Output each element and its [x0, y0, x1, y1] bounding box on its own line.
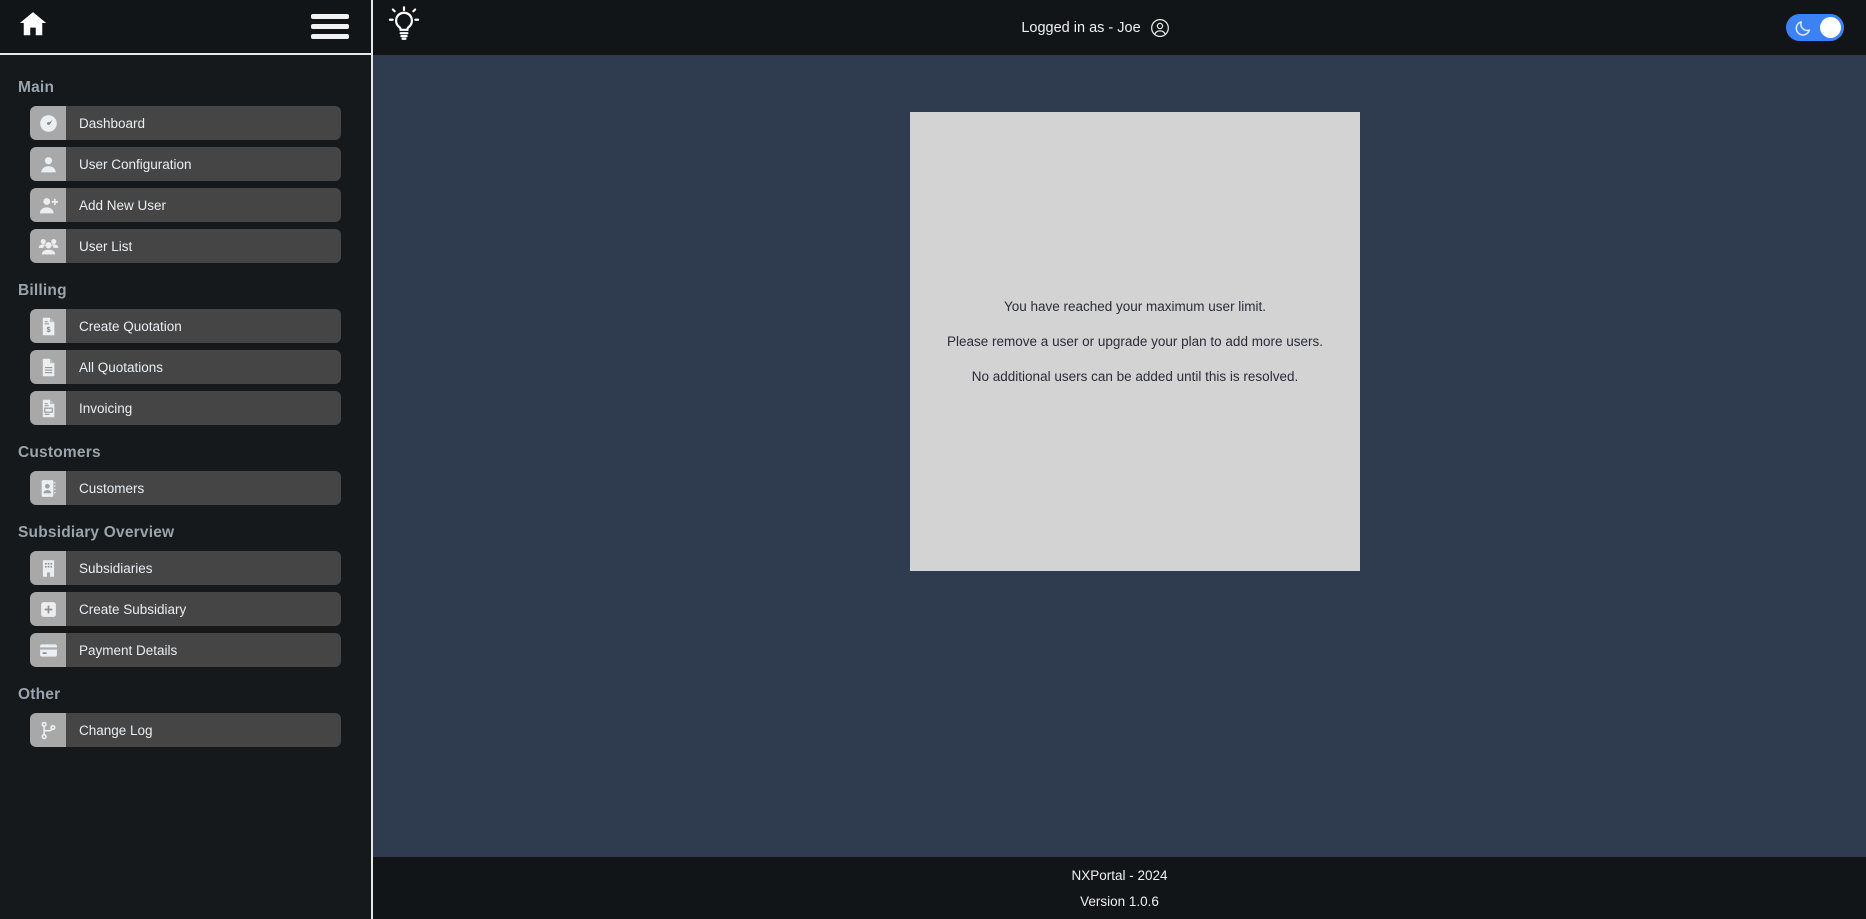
limit-message-line-3: No additional users can be added until t…: [971, 369, 1299, 384]
sidebar-item-all-quotations[interactable]: All Quotations: [30, 350, 341, 384]
user-plus-icon: [30, 188, 66, 222]
nav-group-title-customers: Customers: [18, 444, 101, 461]
invoice-icon: [30, 391, 66, 425]
top-header: Logged in as - Joe: [373, 0, 1866, 55]
sidebar-header: [0, 0, 371, 55]
hamburger-menu-icon[interactable]: [311, 12, 349, 42]
sidebar-item-label: Payment Details: [79, 642, 178, 658]
sidebar-item-add-new-user[interactable]: Add New User: [30, 188, 341, 222]
home-icon: [16, 9, 50, 44]
sidebar-item-user-configuration[interactable]: User Configuration: [30, 147, 341, 181]
git-branch-icon: [30, 713, 66, 747]
sidebar-item-dashboard[interactable]: Dashboard: [30, 106, 341, 140]
sidebar-item-label: User Configuration: [79, 156, 192, 172]
users-group-icon: [30, 229, 66, 263]
nav-group-title-billing: Billing: [18, 282, 67, 299]
sidebar-item-label: Dashboard: [79, 115, 146, 131]
home-button[interactable]: [10, 4, 56, 50]
svg-text:$: $: [46, 325, 50, 334]
sidebar-item-label: Create Quotation: [79, 318, 182, 334]
user-avatar-icon[interactable]: [1150, 18, 1170, 38]
page-footer: NXPortal - 2024 Version 1.0.6: [373, 857, 1866, 919]
sidebar-item-label: Invoicing: [79, 400, 133, 416]
sidebar-item-invoicing[interactable]: Invoicing: [30, 391, 341, 425]
sidebar-item-label: All Quotations: [79, 359, 164, 375]
nav-group-title-other: Other: [18, 686, 61, 703]
sidebar-nav: Main Dashboard User Configuration Add Ne…: [0, 55, 371, 919]
document-lines-icon: [30, 350, 66, 384]
sidebar-item-create-quotation[interactable]: $ Create Quotation: [30, 309, 341, 343]
limit-message-line-2: Please remove a user or upgrade your pla…: [947, 334, 1323, 349]
sidebar-item-label: Change Log: [79, 722, 153, 738]
sidebar-item-label: Customers: [79, 480, 145, 496]
nav-group-title-subsidiary-overview: Subsidiary Overview: [18, 524, 175, 541]
sidebar-item-label: Subsidiaries: [79, 560, 153, 576]
theme-toggle[interactable]: [1786, 14, 1844, 41]
main-content: You have reached your maximum user limit…: [373, 55, 1866, 857]
sidebar-item-user-list[interactable]: User List: [30, 229, 341, 263]
sidebar-item-customers[interactable]: Customers: [30, 471, 341, 505]
sidebar-item-create-subsidiary[interactable]: Create Subsidiary: [30, 592, 341, 626]
sidebar-item-label: Add New User: [79, 197, 167, 213]
footer-copyright: NXPortal - 2024: [1071, 867, 1168, 883]
plus-square-icon: [30, 592, 66, 626]
sidebar: Main Dashboard User Configuration Add Ne…: [0, 0, 373, 919]
toggle-knob: [1820, 17, 1841, 38]
document-dollar-icon: $: [30, 309, 66, 343]
sidebar-item-payment-details[interactable]: Payment Details: [30, 633, 341, 667]
sidebar-item-label: User List: [79, 238, 133, 254]
limit-message-line-1: You have reached your maximum user limit…: [1003, 299, 1267, 314]
footer-version: Version 1.0.6: [1080, 893, 1159, 909]
speedometer-icon: [30, 106, 66, 140]
sidebar-item-label: Create Subsidiary: [79, 601, 187, 617]
user-icon: [30, 147, 66, 181]
sidebar-item-subsidiaries[interactable]: Subsidiaries: [30, 551, 341, 585]
moon-icon: [1794, 18, 1813, 37]
building-icon: [30, 551, 66, 585]
logged-in-status: Logged in as - Joe: [405, 18, 1786, 38]
sidebar-item-change-log[interactable]: Change Log: [30, 713, 341, 747]
logged-in-label: Logged in as - Joe: [1021, 19, 1141, 36]
contact-book-icon: [30, 471, 66, 505]
credit-card-icon: [30, 633, 66, 667]
user-limit-panel: You have reached your maximum user limit…: [910, 112, 1360, 571]
nav-group-title-main: Main: [18, 79, 55, 96]
app-root: Main Dashboard User Configuration Add Ne…: [0, 0, 1866, 919]
